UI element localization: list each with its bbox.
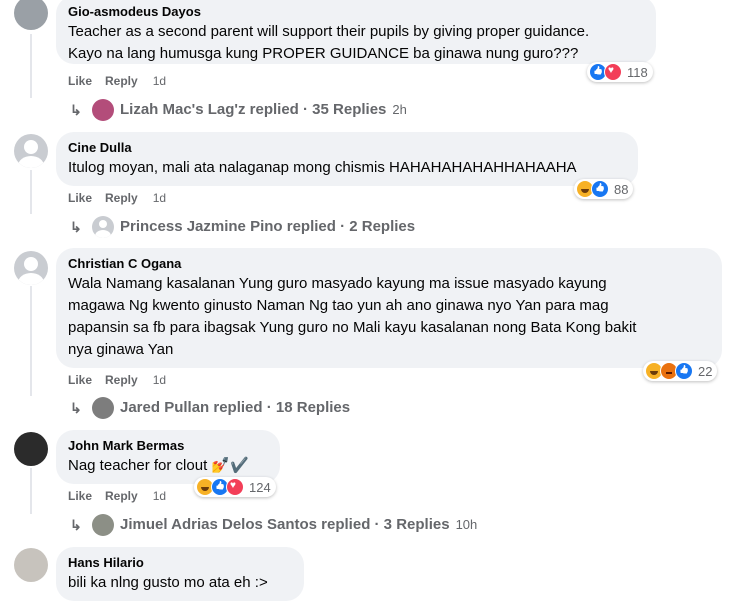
comment-bubble: John Mark Bermas Nag teacher for clout 💅… (56, 430, 280, 484)
replies-summary[interactable]: Princess Jazmine Pino replied · 2 Replie… (120, 217, 415, 237)
avatar (92, 514, 114, 536)
reply-arrow-icon: ↳ (70, 102, 82, 118)
love-icon (226, 478, 244, 496)
like-button[interactable]: Like (68, 488, 92, 504)
reactions-summary[interactable]: 118 (587, 62, 653, 82)
reply-button[interactable]: Reply (105, 73, 138, 89)
reaction-count: 88 (614, 181, 629, 197)
thread-line (30, 34, 32, 98)
reactions-summary[interactable]: 124 (194, 477, 276, 497)
reaction-count: 118 (627, 64, 648, 80)
avatar[interactable] (14, 0, 48, 30)
reply-button[interactable]: Reply (105, 190, 138, 206)
like-button[interactable]: Like (68, 372, 92, 388)
reply-time: 2h (392, 102, 407, 117)
avatar[interactable] (14, 548, 48, 582)
avatar (92, 397, 114, 419)
comment-actions: Like Reply 1d (68, 190, 166, 206)
reply-arrow-icon: ↳ (70, 400, 82, 416)
comment-time[interactable]: 1d (153, 488, 166, 504)
view-replies[interactable]: ↳ Lizah Mac's Lag'z replied · 35 Replies… (70, 99, 407, 121)
comment-author[interactable]: Hans Hilario (68, 554, 292, 571)
comment-time[interactable]: 1d (153, 372, 166, 388)
comment-actions: Like Reply 1d (68, 488, 166, 504)
comment-text: Nag teacher for clout 💅✔️ (68, 457, 249, 474)
comment-text: Wala Namang kasalanan Yung guro masyado … (68, 275, 637, 358)
thread-line (30, 170, 32, 214)
reply-arrow-icon: ↳ (70, 219, 82, 235)
comment-actions: Like Reply 1d (68, 73, 166, 89)
like-button[interactable]: Like (68, 73, 92, 89)
reactions-summary[interactable]: 22 (643, 361, 718, 381)
thread-line (30, 286, 32, 396)
reactions-summary[interactable]: 88 (574, 179, 634, 199)
comment-author[interactable]: John Mark Bermas (68, 437, 268, 454)
comment-bubble: Gio-asmodeus Dayos Teacher as a second p… (56, 0, 656, 64)
reply-arrow-icon: ↳ (70, 517, 82, 533)
comment-time[interactable]: 1d (153, 190, 166, 206)
reply-time: 10h (455, 517, 478, 532)
comment-bubble: Cine Dulla Itulog moyan, mali ata nalaga… (56, 132, 638, 186)
comment-text: Itulog moyan, mali ata nalaganap mong ch… (68, 159, 577, 176)
comment-bubble: Christian C Ogana Wala Namang kasalanan … (56, 248, 722, 368)
view-replies[interactable]: ↳ Princess Jazmine Pino replied · 2 Repl… (70, 216, 415, 238)
replies-summary[interactable]: Lizah Mac's Lag'z replied · 35 Replies (120, 100, 386, 120)
comment-author[interactable]: Christian C Ogana (68, 255, 710, 272)
comment-author[interactable]: Cine Dulla (68, 139, 626, 156)
comment-bubble: Hans Hilario bili ka nlng gusto mo ata e… (56, 547, 304, 601)
like-icon (591, 180, 609, 198)
view-replies[interactable]: ↳ Jared Pullan replied · 18 Replies (70, 397, 350, 419)
avatar (92, 99, 114, 121)
replies-summary[interactable]: Jared Pullan replied · 18 Replies (120, 398, 350, 418)
replies-summary[interactable]: Jimuel Adrias Delos Santos replied · 3 R… (120, 515, 450, 535)
view-replies[interactable]: ↳ Jimuel Adrias Delos Santos replied · 3… (70, 514, 477, 536)
thread-line (30, 468, 32, 514)
reaction-count: 124 (249, 479, 271, 495)
like-icon (675, 362, 693, 380)
reply-button[interactable]: Reply (105, 372, 138, 388)
reaction-count: 22 (698, 363, 713, 379)
avatar[interactable] (14, 134, 48, 168)
comment-text: Teacher as a second parent will support … (68, 23, 590, 62)
comment-author[interactable]: Gio-asmodeus Dayos (68, 3, 644, 20)
avatar[interactable] (14, 432, 48, 466)
love-icon (604, 63, 622, 81)
avatar[interactable] (14, 251, 48, 285)
reply-button[interactable]: Reply (105, 488, 138, 504)
comment-text: bili ka nlng gusto mo ata eh :> (68, 574, 268, 591)
avatar (92, 216, 114, 238)
like-button[interactable]: Like (68, 190, 92, 206)
comment-time[interactable]: 1d (153, 73, 166, 89)
comment-actions: Like Reply 1d (68, 372, 166, 388)
